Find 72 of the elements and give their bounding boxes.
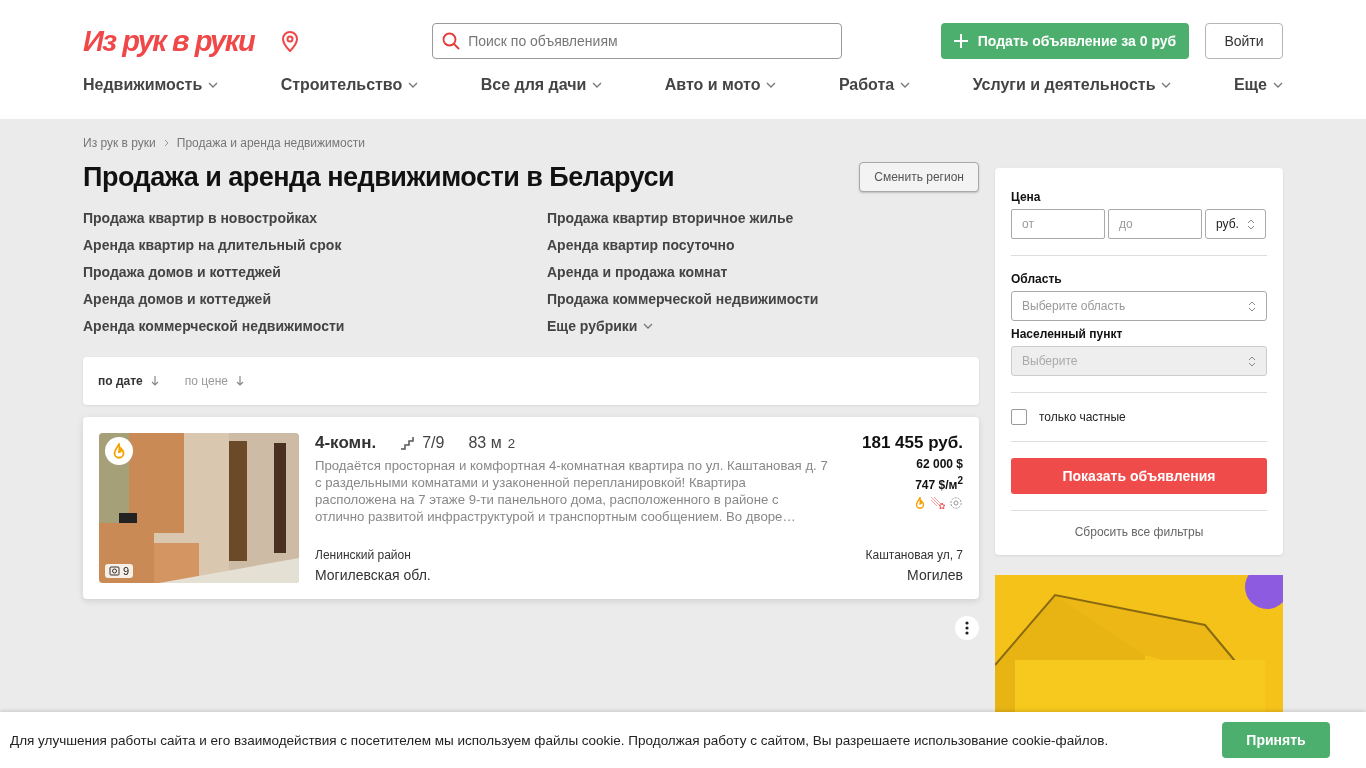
category-link[interactable]: Продажа коммерческой недвижимости	[547, 290, 979, 308]
chevron-icon	[766, 82, 777, 88]
nav-menu-item[interactable]: Услуги и деятельность	[972, 76, 1172, 94]
breadcrumb-link[interactable]: Продажа и аренда недвижимости	[176, 136, 365, 150]
nav-menu-item[interactable]: Работа	[838, 76, 911, 94]
category-link[interactable]: Аренда коммерческой недвижимости	[83, 317, 547, 335]
more-options-button[interactable]	[955, 616, 979, 640]
category-link[interactable]: Аренда квартир на длительный срок	[83, 236, 547, 254]
chevron-icon	[1272, 82, 1283, 88]
listing-card[interactable]	[83, 417, 979, 599]
search-icon	[442, 32, 461, 50]
chevron-icon	[1161, 82, 1172, 88]
settings-icon	[949, 496, 963, 510]
breadcrumb-link[interactable]: Из рук в руки	[83, 136, 156, 150]
stairs-icon	[400, 436, 417, 450]
search-field[interactable]: Поиск по объявлениям	[432, 23, 843, 59]
category-link[interactable]: Продажа квартир вторичное жилье	[547, 209, 979, 227]
more-categories-link[interactable]: Еще рубрики	[547, 317, 979, 335]
plus-icon	[953, 34, 968, 48]
price: 181 455 руб.	[862, 433, 963, 453]
chevron-icon	[643, 323, 654, 329]
chevron-icon	[900, 82, 911, 88]
arrow-down-icon	[236, 376, 244, 386]
chevron-icon	[592, 82, 603, 88]
nav-menu-item[interactable]: Строительство	[280, 76, 419, 94]
region-label: Область	[1011, 272, 1063, 286]
photo-count: 9	[105, 564, 134, 578]
arrow-down-icon	[150, 376, 159, 386]
category-link[interactable]: Аренда и продажа комнат	[547, 263, 979, 281]
site-logo[interactable]: Из рук в руки	[83, 23, 259, 59]
category-link[interactable]: Аренда квартир посуточно	[547, 236, 979, 254]
price-usd: 62 000 $	[916, 457, 963, 471]
falling-star-icon	[930, 496, 946, 510]
sort-option[interactable]: по дате	[98, 374, 159, 388]
chevron-right-icon	[163, 139, 169, 147]
sort-arrows-icon	[1248, 300, 1256, 312]
listing-description: Продаётся просторная и комфортная 4-комнатная квартира по ул. Каштановая д. 7 с раздельными комнатами и узаконенной перепланировкой! Квартира расположена на 7 этаже 9-ти панельного дома, расположенного в районе с отлично развитой инфраструктурой и транспортным сообщением. Во дворе…	[315, 457, 829, 525]
chevron-icon	[408, 82, 419, 88]
category-link[interactable]: Аренда домов и коттеджей	[83, 290, 547, 308]
checkbox[interactable]	[1011, 409, 1027, 425]
price-to-field[interactable]: до	[1108, 209, 1202, 239]
price-per-meter: 747 $/м$^{2}$	[915, 475, 963, 492]
location-pin-icon[interactable]	[280, 30, 301, 52]
more-icon	[965, 621, 969, 635]
category-link[interactable]: Продажа домов и коттеджей	[83, 263, 547, 281]
currency-select[interactable]: руб.	[1205, 209, 1266, 239]
sort-arrows-icon	[1247, 218, 1255, 230]
nav-menu-item[interactable]: Все для дачи	[480, 76, 603, 94]
flame-icon	[913, 496, 927, 510]
nav-menu-item[interactable]: Недвижимость	[83, 76, 219, 94]
cookie-notice: Для улучшения работы сайта и его взаимодействия с посетителем мы используем файлы cookie. Продолжая работу с сайтом, Вы разрешаете использование cookie-файлов.	[10, 732, 1109, 748]
price-from-field[interactable]: от	[1011, 209, 1105, 239]
rooms-count: 4-комн.	[315, 433, 377, 453]
category-link[interactable]: Продажа квартир в новостройках	[83, 209, 547, 227]
reset-filters-link[interactable]: Сбросить все фильтры	[1011, 525, 1267, 539]
checkbox-label: только частные	[1039, 410, 1126, 424]
page-title: Продажа и аренда недвижимости в Беларуси	[83, 162, 675, 193]
show-results-button[interactable]: Показать объявления	[1011, 458, 1267, 494]
login-button[interactable]: Войти	[1205, 23, 1283, 59]
district-text: Ленинский район	[315, 548, 411, 562]
city-label: Населенный пункт	[1011, 327, 1124, 341]
change-region-button[interactable]: Сменить регион	[859, 162, 979, 192]
chevron-icon	[208, 82, 219, 88]
floor-text: 7/9	[422, 434, 445, 452]
camera-icon	[109, 566, 120, 576]
sort-arrows-icon	[1248, 355, 1256, 367]
nav-menu-item[interactable]: Авто и мото	[664, 76, 777, 94]
city-text: Могилев	[907, 567, 963, 583]
region-text: Могилевская обл.	[315, 567, 431, 583]
street-text: Каштановая ул, 7	[865, 548, 963, 562]
nav-menu-item[interactable]: Еще	[1233, 76, 1283, 94]
price-label: Цена	[1011, 190, 1042, 204]
